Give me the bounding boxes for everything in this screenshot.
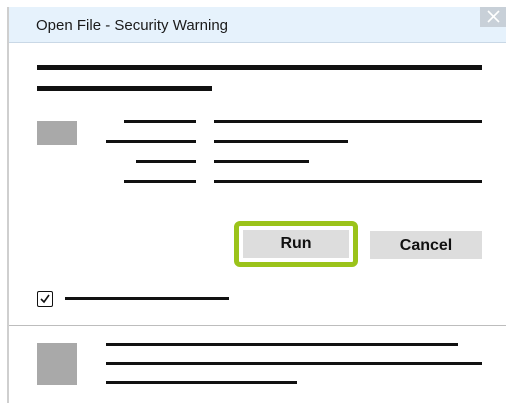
run-button-label: Run bbox=[243, 230, 349, 258]
cancel-button[interactable]: Cancel bbox=[370, 231, 482, 259]
run-button[interactable]: Run bbox=[234, 221, 358, 267]
window-title: Open File - Security Warning bbox=[36, 17, 229, 34]
detail-label-publisher bbox=[106, 140, 196, 143]
detail-label-name bbox=[124, 120, 196, 123]
footer-line-2 bbox=[106, 362, 482, 365]
detail-value-type bbox=[214, 160, 309, 163]
security-warning-dialog: Open File - Security Warning Run Cancel bbox=[7, 7, 506, 403]
detail-value-from bbox=[214, 180, 482, 183]
checkbox-label-line bbox=[65, 297, 229, 300]
footer-line-1 bbox=[106, 343, 458, 346]
detail-label-from bbox=[124, 180, 196, 183]
heading-line-2 bbox=[37, 86, 212, 91]
detail-value-publisher bbox=[214, 140, 348, 143]
section-divider bbox=[9, 325, 506, 326]
checkmark-icon bbox=[40, 294, 50, 304]
footer-line-3 bbox=[106, 381, 297, 384]
always-ask-checkbox[interactable] bbox=[37, 291, 53, 307]
detail-value-name bbox=[214, 120, 482, 123]
shield-icon bbox=[37, 343, 77, 385]
heading-line-1 bbox=[37, 65, 482, 70]
close-icon bbox=[487, 10, 500, 23]
file-icon bbox=[37, 121, 77, 145]
detail-label-type bbox=[136, 160, 196, 163]
title-bar: Open File - Security Warning bbox=[9, 7, 506, 43]
close-button[interactable] bbox=[480, 7, 506, 27]
